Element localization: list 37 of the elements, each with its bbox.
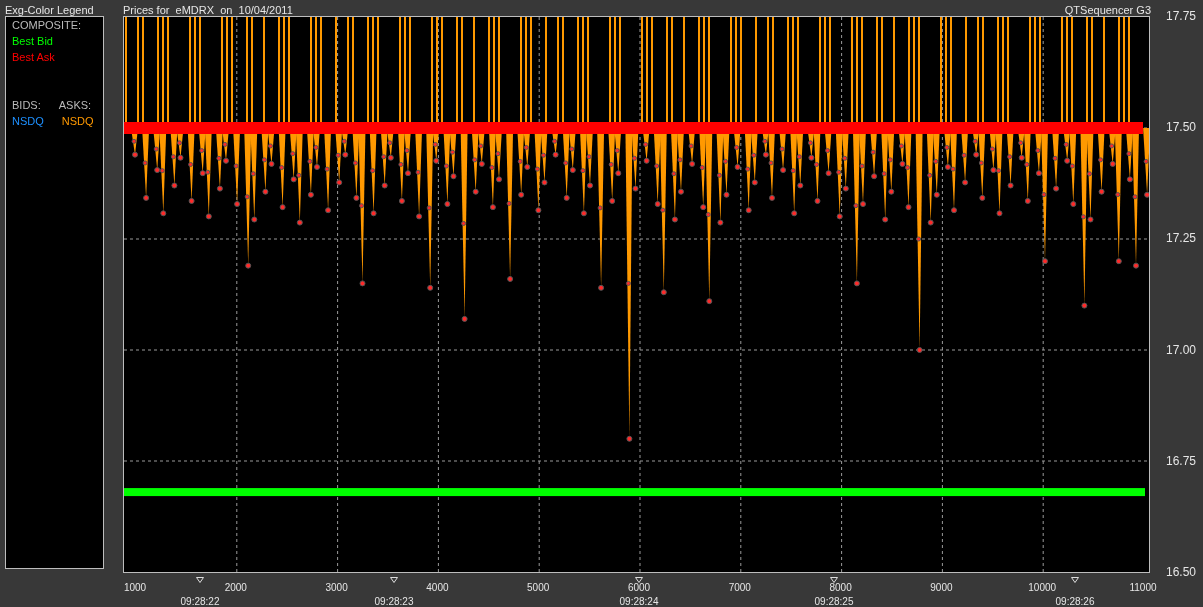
x-axis-label: 1000 [123, 582, 147, 593]
y-axis-label: 17.25 [1165, 231, 1196, 246]
x-axis-label: 7000 [728, 582, 751, 593]
time-marker-icon [635, 577, 643, 583]
x-axis-label: 11000 [1129, 582, 1157, 593]
x-axis-label: 2000 [224, 582, 247, 593]
y-axis-label: 16.50 [1165, 564, 1196, 579]
time-marker-icon [830, 577, 838, 583]
x-axis-label: 8000 [829, 582, 852, 593]
y-axis-label: 17.50 [1165, 120, 1196, 135]
y-axis-label: 17.00 [1165, 342, 1196, 357]
legend-heading: ASKS: [58, 99, 92, 111]
time-label: 09:28:23 [374, 596, 414, 607]
legend-heading: COMPOSITE: [12, 19, 83, 31]
x-axis-label: 4000 [426, 582, 449, 593]
x-axis-label: 9000 [930, 582, 953, 593]
time-marker-icon [390, 577, 398, 583]
legend-entry: NSDQ [12, 115, 44, 127]
legend-entry: Best Ask [12, 51, 56, 63]
y-axis-label: 16.75 [1165, 453, 1196, 468]
x-axis-label: 3000 [325, 582, 348, 593]
x-axis-label: 10000 [1028, 582, 1057, 593]
time-marker-icon [196, 577, 204, 583]
legend-heading: BIDS: [12, 99, 41, 111]
x-axis-label: 5000 [527, 582, 550, 593]
time-label: 09:28:22 [180, 596, 220, 607]
x-axis-label: 6000 [627, 582, 651, 593]
legend-entry: Best Bid [12, 35, 54, 47]
legend-entry: NSDQ [61, 115, 94, 127]
app-title: QTSequencer G3 [1064, 4, 1151, 16]
time-label: 09:28:25 [814, 596, 854, 607]
legend-title: Exg-Color Legend [5, 4, 95, 16]
y-axis-label: 17.75 [1165, 9, 1196, 23]
time-marker-icon [1071, 577, 1079, 583]
time-label: 09:28:26 [1055, 596, 1095, 607]
chart-title: Prices for eMDRX on 10/04/2011 [123, 4, 294, 16]
time-label: 09:28:24 [619, 596, 659, 607]
